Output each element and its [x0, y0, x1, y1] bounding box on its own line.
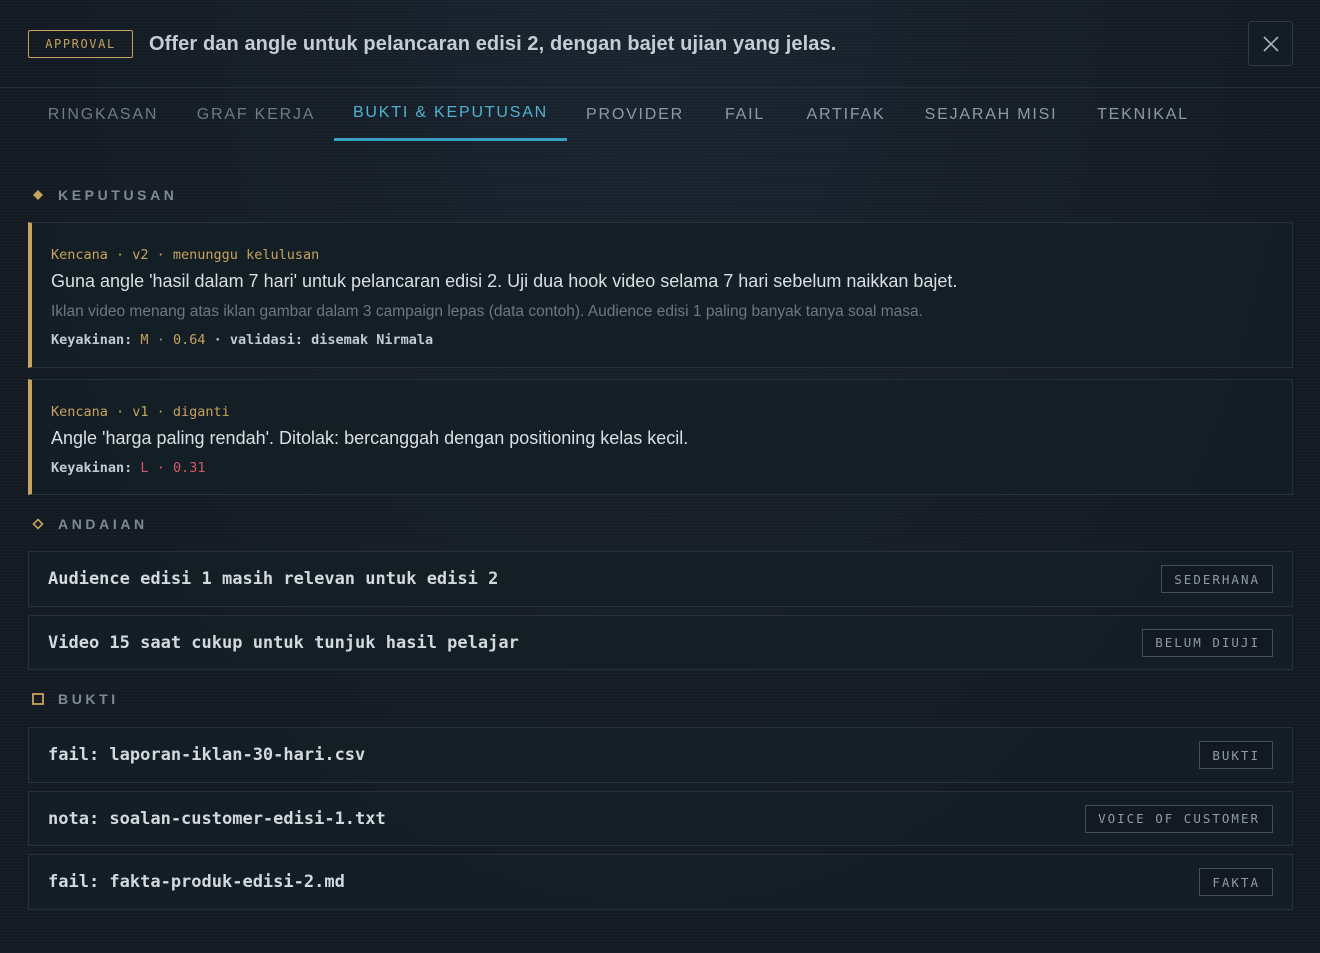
- tab-teknikal[interactable]: TEKNIKAL: [1087, 88, 1199, 141]
- tab-bar: RINGKASAN GRAF KERJA BUKTI & KEPUTUSAN P…: [0, 88, 1320, 143]
- decision-meta: Kencana · v2 · menunggu kelulusan: [51, 247, 320, 263]
- tab-sejarah-misi[interactable]: SEJARAH MISI: [915, 88, 1067, 141]
- status-badge: APPROVAL: [28, 30, 133, 58]
- decision-text: Angle 'harga paling rendah'. Ditolak: be…: [51, 428, 689, 448]
- section-bukti-title: BUKTI: [58, 691, 119, 707]
- header-bar: APPROVAL Offer dan angle untuk pelancara…: [0, 0, 1320, 88]
- decision-text: Guna angle 'hasil dalam 7 hari' untuk pe…: [51, 271, 958, 291]
- evidence-tag: FAKTA: [1199, 868, 1273, 896]
- confidence-level: L: [140, 460, 149, 476]
- assumption-row[interactable]: Audience edisi 1 masih relevan untuk edi…: [28, 551, 1293, 607]
- decision-meta: Kencana · v1 · diganti: [51, 404, 230, 420]
- diamond-outline-icon: [30, 518, 46, 530]
- close-icon: [1262, 35, 1279, 52]
- tab-bukti-keputusan[interactable]: BUKTI & KEPUTUSAN: [334, 88, 567, 141]
- diamond-filled-icon: [30, 189, 46, 201]
- evidence-tag: VOICE OF CUSTOMER: [1085, 804, 1273, 833]
- tab-provider[interactable]: PROVIDER: [577, 88, 693, 141]
- confidence-validation: · validasi: disemak Nirmala: [213, 332, 434, 348]
- evidence-text: fail: laporan-iklan-30-hari.csv: [48, 745, 366, 765]
- tab-graf-kerja[interactable]: GRAF KERJA: [187, 88, 325, 141]
- assumption-text: Video 15 saat cukup untuk tunjuk hasil p…: [48, 632, 519, 653]
- decision-rationale: Iklan video menang atas iklan gambar dal…: [51, 303, 923, 320]
- decision-confidence: Keyakinan: M · 0.64 · validasi: disemak …: [51, 332, 433, 348]
- assumption-tag: SEDERHANA: [1161, 565, 1273, 593]
- evidence-text: nota: soalan-customer-edisi-1.txt: [48, 808, 386, 829]
- confidence-label: Keyakinan:: [51, 460, 133, 476]
- decision-card: Kencana · v1 · diganti Angle 'harga pali…: [28, 379, 1293, 495]
- section-andaian-heading: ANDAIAN: [30, 516, 148, 532]
- decision-confidence: Keyakinan: L · 0.31: [51, 460, 206, 476]
- section-keputusan-title: KEPUTUSAN: [58, 187, 178, 203]
- close-button[interactable]: [1248, 21, 1293, 66]
- tab-ringkasan[interactable]: RINGKASAN: [34, 88, 172, 141]
- section-bukti-heading: BUKTI: [30, 691, 119, 707]
- confidence-label: Keyakinan:: [51, 332, 133, 348]
- confidence-value: 0.64: [172, 332, 206, 348]
- evidence-row[interactable]: fail: laporan-iklan-30-hari.csv BUKTI: [28, 727, 1293, 783]
- confidence-level: M: [140, 332, 149, 348]
- assumption-text: Audience edisi 1 masih relevan untuk edi…: [48, 569, 499, 589]
- evidence-row[interactable]: fail: fakta-produk-edisi-2.md FAKTA: [28, 854, 1293, 910]
- evidence-text: fail: fakta-produk-edisi-2.md: [48, 872, 345, 892]
- evidence-row[interactable]: nota: soalan-customer-edisi-1.txt VOICE …: [28, 791, 1293, 846]
- assumption-tag: BELUM DIUJI: [1142, 628, 1273, 657]
- evidence-tag: BUKTI: [1199, 741, 1273, 769]
- confidence-value: 0.31: [172, 460, 206, 476]
- square-outline-icon: [30, 693, 46, 705]
- confidence-separator: ·: [156, 332, 165, 348]
- section-keputusan-heading: KEPUTUSAN: [30, 187, 178, 203]
- decision-card: Kencana · v2 · menunggu kelulusan Guna a…: [28, 222, 1293, 368]
- assumption-row[interactable]: Video 15 saat cukup untuk tunjuk hasil p…: [28, 615, 1293, 670]
- confidence-separator: ·: [156, 460, 165, 476]
- page-title: Offer dan angle untuk pelancaran edisi 2…: [149, 33, 837, 55]
- tab-artifak[interactable]: ARTIFAK: [797, 88, 895, 141]
- tab-fail[interactable]: FAIL: [713, 88, 777, 141]
- section-andaian-title: ANDAIAN: [58, 516, 148, 532]
